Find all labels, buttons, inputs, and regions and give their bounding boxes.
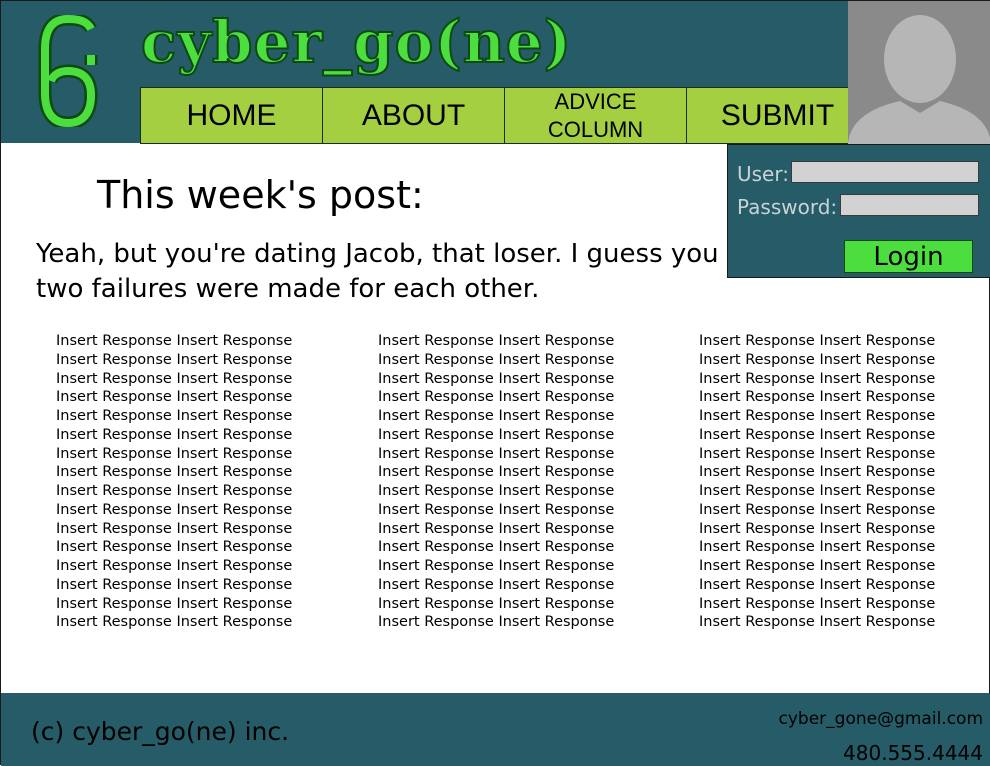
post-text: Yeah, but you're dating Jacob, that lose… xyxy=(36,239,719,304)
response-item: Insert Response Insert Response xyxy=(699,370,936,387)
response-item: Insert Response Insert Response xyxy=(378,576,615,593)
site-brand-title: cyber_go(ne) xyxy=(140,7,573,77)
contact-email[interactable]: cyber_gone@gmail.com xyxy=(779,709,984,729)
password-label: Password: xyxy=(737,195,838,219)
response-item: Insert Response Insert Response xyxy=(56,464,293,481)
response-item: Insert Response Insert Response xyxy=(699,558,936,574)
site-footer: (c) cyber_go(ne) inc. cyber_gone@gmail.c… xyxy=(1,693,990,766)
response-item: Insert Response Insert Response xyxy=(378,351,615,368)
response-item: Insert Response Insert Response xyxy=(56,520,293,537)
response-item: Insert Response Insert Response xyxy=(699,501,936,518)
response-item: Insert Response Insert Response xyxy=(699,389,936,406)
response-item: Insert Response Insert Response xyxy=(699,520,936,537)
nav-about[interactable]: ABOUT xyxy=(323,87,505,144)
nav-advice-column[interactable]: ADVICE COLUMN xyxy=(505,87,687,144)
user-avatar-icon xyxy=(848,1,990,144)
response-column-1: Insert Response Insert Response Insert R… xyxy=(56,332,292,632)
response-item: Insert Response Insert Response xyxy=(56,539,293,556)
user-input[interactable] xyxy=(791,161,979,183)
response-item: Insert Response Insert Response xyxy=(378,426,615,443)
response-item: Insert Response Insert Response xyxy=(699,408,936,424)
response-item: Insert Response Insert Response xyxy=(699,483,936,499)
response-item: Insert Response Insert Response xyxy=(56,614,293,631)
response-item: Insert Response Insert Response xyxy=(56,445,293,462)
post-heading: This week's post: xyxy=(97,173,424,217)
copyright-text: (c) cyber_go(ne) inc. xyxy=(31,717,290,746)
response-item: Insert Response Insert Response xyxy=(699,576,936,593)
nav-submit[interactable]: SUBMIT xyxy=(687,87,869,144)
response-item: Insert Response Insert Response xyxy=(56,389,293,406)
response-item: Insert Response Insert Response xyxy=(378,520,615,537)
response-item: Insert Response Insert Response xyxy=(378,389,615,406)
response-item: Insert Response Insert Response xyxy=(378,333,615,349)
response-item: Insert Response Insert Response xyxy=(56,426,293,443)
response-item: Insert Response Insert Response xyxy=(699,464,936,481)
response-item: Insert Response Insert Response xyxy=(378,483,615,499)
response-item: Insert Response Insert Response xyxy=(56,351,293,368)
response-item: Insert Response Insert Response xyxy=(56,333,293,349)
response-item: Insert Response Insert Response xyxy=(56,576,293,593)
main-nav: HOME ABOUT ADVICE COLUMN SUBMIT xyxy=(140,87,869,144)
response-item: Insert Response Insert Response xyxy=(699,595,936,612)
response-item: Insert Response Insert Response xyxy=(378,501,615,518)
response-column-3: Insert Response Insert Response Insert R… xyxy=(699,332,935,632)
contact-phone: 480.555.4444 xyxy=(843,741,983,765)
site-header: cyber_go(ne) HOME ABOUT ADVICE COLUMN SU… xyxy=(1,1,869,144)
response-item: Insert Response Insert Response xyxy=(56,501,293,518)
response-item: Insert Response Insert Response xyxy=(378,539,615,556)
password-input[interactable] xyxy=(840,194,979,216)
cg-monogram-icon[interactable] xyxy=(37,12,99,131)
response-item: Insert Response Insert Response xyxy=(378,408,615,424)
login-panel: User: Password: Login xyxy=(727,144,990,278)
response-item: Insert Response Insert Response xyxy=(56,370,293,387)
response-item: Insert Response Insert Response xyxy=(699,351,936,368)
login-button[interactable]: Login xyxy=(844,240,973,273)
response-item: Insert Response Insert Response xyxy=(699,614,936,631)
nav-home[interactable]: HOME xyxy=(140,87,323,144)
response-item: Insert Response Insert Response xyxy=(56,595,293,612)
response-item: Insert Response Insert Response xyxy=(378,558,615,574)
user-label: User: xyxy=(737,162,789,186)
response-item: Insert Response Insert Response xyxy=(699,539,936,556)
page-frame: cyber_go(ne) HOME ABOUT ADVICE COLUMN SU… xyxy=(0,0,990,766)
response-item: Insert Response Insert Response xyxy=(699,445,936,462)
response-item: Insert Response Insert Response xyxy=(378,614,615,631)
response-item: Insert Response Insert Response xyxy=(56,408,293,424)
response-column-2: Insert Response Insert Response Insert R… xyxy=(378,332,614,632)
response-item: Insert Response Insert Response xyxy=(378,445,615,462)
response-item: Insert Response Insert Response xyxy=(378,464,615,481)
response-item: Insert Response Insert Response xyxy=(699,333,936,349)
response-item: Insert Response Insert Response xyxy=(56,558,293,574)
response-item: Insert Response Insert Response xyxy=(378,595,615,612)
response-item: Insert Response Insert Response xyxy=(699,426,936,443)
response-item: Insert Response Insert Response xyxy=(378,370,615,387)
response-item: Insert Response Insert Response xyxy=(56,483,293,499)
